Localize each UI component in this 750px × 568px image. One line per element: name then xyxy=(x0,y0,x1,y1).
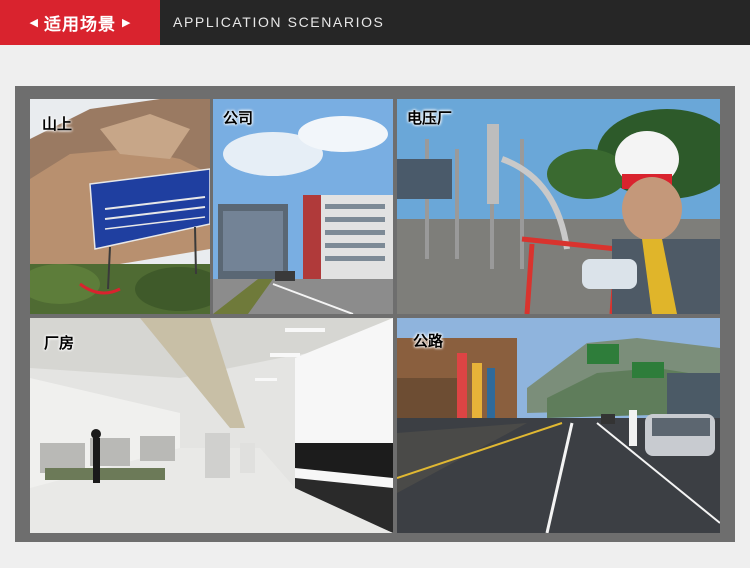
scenario-label-power-plant: 电压厂 xyxy=(407,109,453,127)
scenario-label-company: 公司 xyxy=(223,109,254,127)
section-title: 适用场景 xyxy=(44,15,116,35)
left-triangle-icon: ◀ xyxy=(29,16,38,29)
scenario-company: 公司 xyxy=(213,99,393,314)
right-triangle-icon: ▶ xyxy=(122,16,131,29)
highway-image xyxy=(397,318,720,533)
company-image xyxy=(213,99,393,314)
scenario-mountain: 山上 xyxy=(30,99,210,314)
factory-image xyxy=(30,318,393,533)
scenario-label-highway: 公路 xyxy=(413,332,444,350)
scenario-gallery: 山上 公司 电压厂 厂房 公路 xyxy=(15,86,735,542)
scenario-label-mountain: 山上 xyxy=(42,115,73,133)
scenario-label-factory: 厂房 xyxy=(44,334,75,352)
scenario-power-plant: 电压厂 xyxy=(397,99,720,314)
section-title-block: ◀ 适用场景 ▶ xyxy=(0,0,160,45)
scenario-factory: 厂房 xyxy=(30,318,393,533)
scenario-highway: 公路 xyxy=(397,318,720,533)
page-header: ◀ 适用场景 ▶ APPLICATION SCENARIOS xyxy=(0,0,750,45)
power-plant-image xyxy=(397,99,720,314)
section-subtitle: APPLICATION SCENARIOS xyxy=(173,14,385,30)
